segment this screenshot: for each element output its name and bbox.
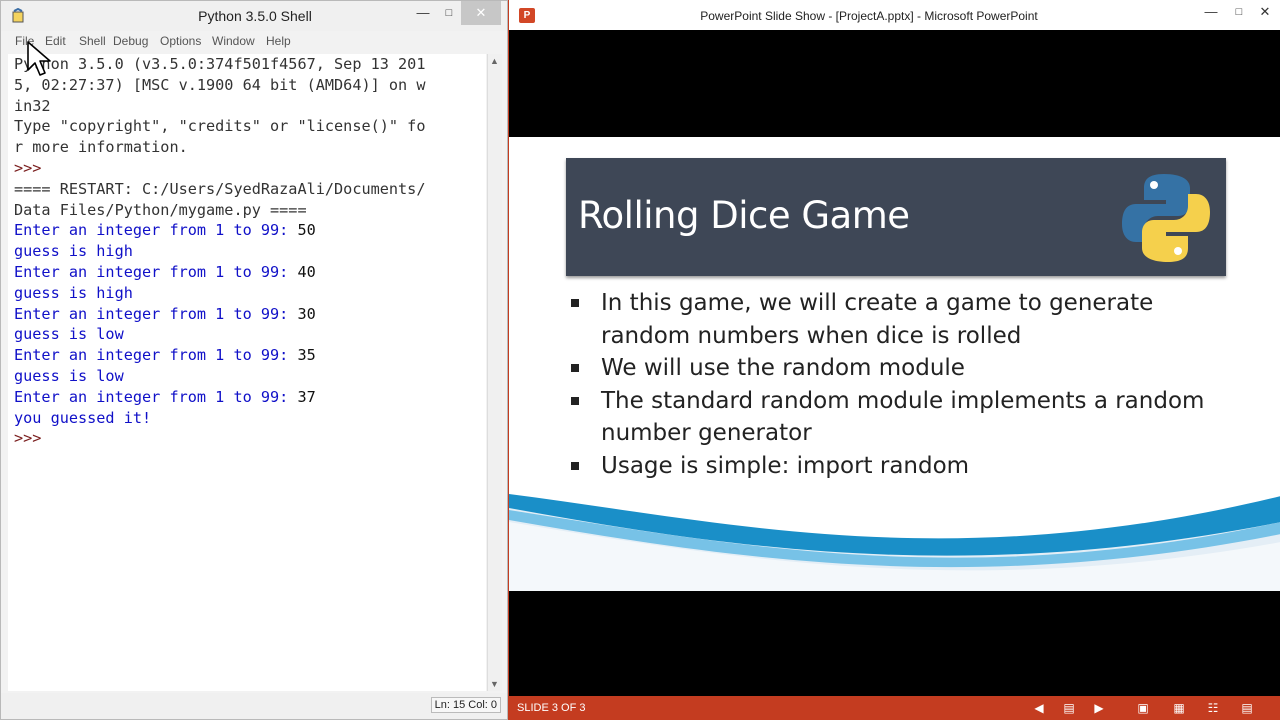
shell-line-text: guess is high: [14, 283, 133, 302]
shell-line-text: guess is high: [14, 242, 133, 261]
bullet-square-icon: [571, 364, 579, 372]
shell-line-text: Enter an integer from 1 to 99:: [14, 346, 289, 365]
slide-title-banner: Rolling Dice Game: [566, 158, 1226, 276]
shell-line-text: ==== RESTART: C:/Users/SyedRazaAli/Docum…: [14, 179, 426, 198]
bullet-item: Usage is simple: import random: [571, 450, 1221, 483]
powerpoint-app-icon: P: [519, 8, 535, 23]
bullet-item: We will use the random module: [571, 352, 1221, 385]
shell-line: Data Files/Python/mygame.py ====: [14, 200, 307, 221]
shell-line-text: r more information.: [14, 138, 188, 157]
shell-line: guess is high: [14, 283, 133, 304]
user-input-text: 40: [288, 263, 316, 281]
shell-line: >>>: [14, 158, 41, 179]
shell-line: Enter an integer from 1 to 99: 35: [14, 345, 316, 366]
slide-sorter-icon[interactable]: ▦: [1171, 700, 1187, 716]
shell-line: Enter an integer from 1 to 99: 40: [14, 262, 316, 283]
ppt-title-bar[interactable]: P PowerPoint Slide Show - [ProjectA.pptx…: [509, 0, 1280, 30]
bullet-item: The standard random module implements a …: [571, 385, 1221, 450]
close-button[interactable]: ✕: [461, 1, 501, 25]
shell-line-text: 5, 02:27:37) [MSC v.1900 64 bit (AMD64)]…: [14, 75, 426, 94]
cursor-position: Ln: 15 Col: 0: [430, 697, 501, 713]
shell-line: Python 3.5.0 (v3.5.0:374f501f4567, Sep 1…: [14, 54, 425, 75]
menu-help[interactable]: Help: [266, 34, 291, 48]
slide-menu-icon[interactable]: ▤: [1061, 700, 1077, 716]
shell-text-area[interactable]: Python 3.5.0 (v3.5.0:374f501f4567, Sep 1…: [8, 54, 486, 691]
user-input-text: 30: [288, 304, 316, 323]
shell-line: r more information.: [14, 137, 188, 158]
shell-line: guess is low: [14, 324, 124, 345]
shell-line-text: Enter an integer from 1 to 99:: [14, 304, 289, 323]
shell-line: in32: [14, 96, 51, 117]
shell-line: ==== RESTART: C:/Users/SyedRazaAli/Docum…: [14, 179, 425, 200]
shell-line: Enter an integer from 1 to 99: 50: [14, 220, 316, 241]
reading-view-icon[interactable]: ☷: [1205, 700, 1221, 716]
shell-line-text: Python 3.5.0 (v3.5.0:374f501f4567, Sep 1…: [14, 55, 426, 73]
maximize-button[interactable]: □: [1225, 0, 1253, 24]
previous-slide-icon[interactable]: ◀: [1031, 700, 1047, 716]
vertical-scrollbar[interactable]: ▲ ▼: [487, 54, 502, 691]
menu-debug[interactable]: Debug: [113, 34, 148, 48]
minimize-button[interactable]: —: [1197, 0, 1225, 24]
menu-options[interactable]: Options: [160, 34, 201, 48]
slide-bullet-list: In this game, we will create a game to g…: [571, 287, 1221, 482]
next-slide-icon[interactable]: ▶: [1091, 700, 1107, 716]
bullet-square-icon: [571, 299, 579, 307]
shell-line-text: >>>: [14, 429, 42, 448]
ppt-window-title: PowerPoint Slide Show - [ProjectA.pptx] …: [700, 9, 1038, 23]
menu-shell[interactable]: Shell: [79, 34, 106, 48]
bullet-square-icon: [571, 461, 579, 470]
idle-status-bar: Ln: 15 Col: 0: [1, 693, 507, 719]
normal-view-icon[interactable]: ▣: [1135, 700, 1151, 716]
shell-line: you guessed it!: [14, 408, 151, 429]
shell-line: >>>: [14, 428, 41, 449]
minimize-button[interactable]: —: [409, 1, 437, 25]
scroll-down-icon[interactable]: ▼: [490, 679, 499, 689]
shell-line: guess is low: [14, 366, 124, 387]
scroll-up-icon[interactable]: ▲: [490, 56, 499, 66]
mouse-pointer-icon: [27, 41, 51, 76]
shell-line-text: Enter an integer from 1 to 99:: [14, 221, 289, 240]
shell-line: Type "copyright", "credits" or "license(…: [14, 116, 425, 137]
slide-counter: SLIDE 3 OF 3: [517, 702, 586, 714]
shell-line: Enter an integer from 1 to 99: 37: [14, 387, 316, 408]
shell-line-text: Data Files/Python/mygame.py ====: [14, 200, 307, 219]
slide-show-icon[interactable]: ▤: [1239, 700, 1255, 716]
shell-line-text: Enter an integer from 1 to 99:: [14, 263, 289, 281]
user-input-text: 35: [288, 346, 316, 365]
slide-wave-decoration: [509, 494, 1280, 591]
user-input-text: 50: [288, 221, 316, 240]
shell-line-text: you guessed it!: [14, 408, 152, 427]
user-input-text: 37: [288, 387, 316, 406]
shell-line-text: Type "copyright", "credits" or "license(…: [14, 117, 426, 136]
shell-line-text: Enter an integer from 1 to 99:: [14, 387, 289, 406]
idle-menu-bar: File Edit Shell Debug Options Window Hel…: [1, 32, 507, 52]
maximize-button[interactable]: □: [435, 1, 463, 25]
idle-shell-window: Python 3.5.0 Shell — □ ✕ File Edit Shell…: [0, 0, 508, 720]
shell-line: 5, 02:27:37) [MSC v.1900 64 bit (AMD64)]…: [14, 75, 425, 96]
shell-line: guess is high: [14, 241, 133, 262]
slide[interactable]: Rolling Dice Game In this game, we will …: [509, 137, 1280, 591]
slide-title: Rolling Dice Game: [578, 194, 910, 237]
close-button[interactable]: ✕: [1251, 0, 1279, 24]
shell-line: Enter an integer from 1 to 99: 30: [14, 304, 316, 325]
powerpoint-window: P PowerPoint Slide Show - [ProjectA.pptx…: [508, 0, 1280, 720]
bullet-item: In this game, we will create a game to g…: [571, 287, 1221, 352]
python-logo-icon: [1122, 174, 1210, 262]
shell-line-text: >>>: [14, 159, 42, 177]
idle-title-bar[interactable]: Python 3.5.0 Shell — □ ✕: [1, 1, 507, 31]
shell-line-text: guess is low: [14, 325, 124, 344]
menu-window[interactable]: Window: [212, 34, 255, 48]
bullet-square-icon: [571, 396, 579, 405]
ppt-status-bar: SLIDE 3 OF 3 ◀ ▤ ▶ ▣ ▦ ☷ ▤: [509, 696, 1280, 720]
shell-line-text: guess is low: [14, 367, 124, 385]
shell-line-text: in32: [14, 96, 51, 115]
